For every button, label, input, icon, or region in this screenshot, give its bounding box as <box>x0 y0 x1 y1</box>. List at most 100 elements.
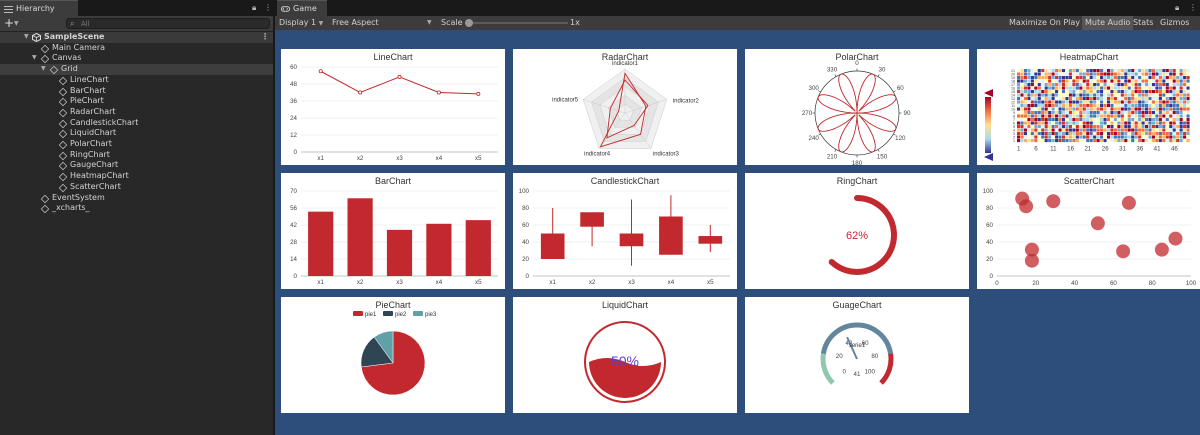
expand-arrow-icon[interactable]: ▼ <box>41 64 46 75</box>
heatmap-cell <box>1124 128 1128 132</box>
heatmap-cell <box>1148 86 1152 90</box>
hierarchy-item-candlestickchart[interactable]: CandlestickChart <box>0 118 273 129</box>
heatmap-cell <box>1055 100 1059 104</box>
lock-icon[interactable]: 🔒︎ <box>1175 3 1179 13</box>
hierarchy-item-piechart[interactable]: PieChart <box>0 96 273 107</box>
heatmap-cell <box>1138 118 1142 122</box>
hierarchy-item-radarchart[interactable]: RadarChart <box>0 107 273 118</box>
stats-button[interactable]: Stats <box>1130 16 1156 30</box>
add-button[interactable]: + <box>4 16 14 30</box>
hierarchy-item-eventsystem[interactable]: EventSystem <box>0 193 273 204</box>
heatmap-cell <box>1151 128 1155 132</box>
heatmap-cell <box>1100 107 1104 111</box>
heatmap-cell <box>1134 93 1138 97</box>
heatmap-cell <box>1044 118 1048 122</box>
heatmap-cell <box>1179 90 1183 94</box>
gizmos-button[interactable]: Gizmos <box>1157 16 1192 30</box>
hierarchy-item-ringchart[interactable]: RingChart <box>0 150 273 161</box>
heatmap-cell <box>1079 118 1083 122</box>
heatmap-cell <box>1037 90 1041 94</box>
heatmap-cell <box>1117 139 1121 143</box>
scatter-point <box>1090 216 1105 231</box>
heatmap-cell <box>1145 118 1149 122</box>
display-dropdown[interactable]: Display 1 ▼ <box>279 16 323 31</box>
maximize-on-play-button[interactable]: Maximize On Play <box>1006 16 1083 30</box>
hierarchy-item-grid[interactable]: ▼ Grid <box>0 64 273 75</box>
hierarchy-item-main-camera[interactable]: Main Camera <box>0 43 273 54</box>
heatmap-cell <box>1127 118 1131 122</box>
heatmap-cell <box>1079 90 1083 94</box>
heatmap-cell <box>1179 139 1183 143</box>
aspect-dropdown[interactable]: Free Aspect <box>332 16 379 30</box>
heatmap-cell <box>1148 97 1152 101</box>
heatmap-cell <box>1162 72 1166 76</box>
heatmap-cell <box>1055 132 1059 136</box>
heatmap-cell <box>1061 118 1066 122</box>
heatmap-cell <box>1117 69 1121 73</box>
hierarchy-item-scatterchart[interactable]: ScatterChart <box>0 182 273 193</box>
gameobject-icon <box>58 162 68 171</box>
polar-chart-svg: PolarChart030609012015018021024027030033… <box>802 52 911 165</box>
scale-slider-handle[interactable] <box>465 19 473 27</box>
heatmap-cell <box>1113 111 1117 115</box>
game-view[interactable]: LineChart 0 12 24 36 48 60 x1 x2 x3 x4 x5 RadarChart… <box>275 30 1200 435</box>
heatmap-cell <box>1131 125 1135 129</box>
heatmap-cell <box>1183 135 1187 139</box>
tab-game[interactable]: Game <box>277 0 327 16</box>
heatmap-cell <box>1096 90 1100 94</box>
hierarchy-item-linechart[interactable]: LineChart <box>0 75 273 86</box>
heatmap-cell <box>1065 128 1069 132</box>
heatmap-cell <box>1044 139 1048 143</box>
heatmap-cell <box>1027 125 1031 129</box>
x-tick-label: 16 <box>1067 146 1074 153</box>
heatmap-cell <box>1183 86 1187 90</box>
heatmap-cell <box>1051 139 1055 143</box>
expand-arrow-icon[interactable]: ▼ <box>24 32 29 43</box>
heatmap-cell <box>1037 114 1041 118</box>
heatmap-cell <box>1030 121 1034 125</box>
heatmap-cell <box>1017 121 1021 125</box>
heatmap-cell <box>1155 76 1159 80</box>
expand-arrow-icon[interactable]: ▼ <box>32 53 37 64</box>
heatmap-cell <box>1041 79 1045 83</box>
heatmap-cell <box>1113 128 1117 132</box>
lock-icon[interactable]: 🔒︎ <box>252 3 256 13</box>
mute-audio-button[interactable]: Mute Audio <box>1082 16 1134 30</box>
tab-hierarchy[interactable]: Hierarchy <box>0 0 78 16</box>
heatmap-cell <box>1110 118 1114 122</box>
heatmap-cell <box>1110 125 1114 129</box>
hierarchy-item-label: Canvas <box>52 53 82 63</box>
heatmap-cell <box>1027 97 1031 101</box>
hierarchy-item-liquidchart[interactable]: LiquidChart <box>0 128 273 139</box>
chevron-down-icon[interactable]: ▼ <box>427 16 432 30</box>
heatmap-cell <box>1044 93 1048 97</box>
heatmap-cell <box>1172 100 1176 104</box>
heatmap-cell <box>1023 107 1027 111</box>
heatmap-cell <box>1055 86 1059 90</box>
heatmap-cell <box>1051 107 1055 111</box>
add-dropdown-icon[interactable]: ▼ <box>14 16 19 32</box>
heatmap-cell <box>1151 97 1155 101</box>
kebab-menu-icon[interactable]: ⋮ <box>1189 3 1197 12</box>
heatmap-cell <box>1048 132 1052 136</box>
scene-row[interactable]: ▼ SampleScene ⋮ <box>0 32 273 43</box>
heatmap-cell <box>1148 76 1152 80</box>
hierarchy-item-heatmapchart[interactable]: HeatmapChart <box>0 171 273 182</box>
heatmap-cell <box>1089 83 1093 87</box>
hierarchy-item-barchart[interactable]: BarChart <box>0 86 273 97</box>
heatmap-cell <box>1086 93 1090 97</box>
y-tick-label: 21 <box>1011 69 1015 73</box>
hierarchy-item-xcharts[interactable]: _xcharts_ <box>0 203 273 214</box>
heatmap-cell <box>1120 139 1124 143</box>
hierarchy-item-label: HeatmapChart <box>70 171 129 181</box>
kebab-menu-icon[interactable]: ⋮ <box>264 3 272 12</box>
hierarchy-search-input[interactable]: ⌕ All <box>66 18 270 29</box>
hierarchy-item-gaugechart[interactable]: GaugeChart <box>0 160 273 171</box>
heatmap-cell <box>1086 69 1090 73</box>
hierarchy-item-canvas[interactable]: ▼ Canvas <box>0 53 273 64</box>
scale-slider-track[interactable] <box>470 22 568 24</box>
hierarchy-item-polarchart[interactable]: PolarChart <box>0 139 273 150</box>
scene-menu-icon[interactable]: ⋮ <box>261 32 269 43</box>
heatmap-cell <box>1055 121 1059 125</box>
heatmap-cell <box>1017 83 1021 87</box>
